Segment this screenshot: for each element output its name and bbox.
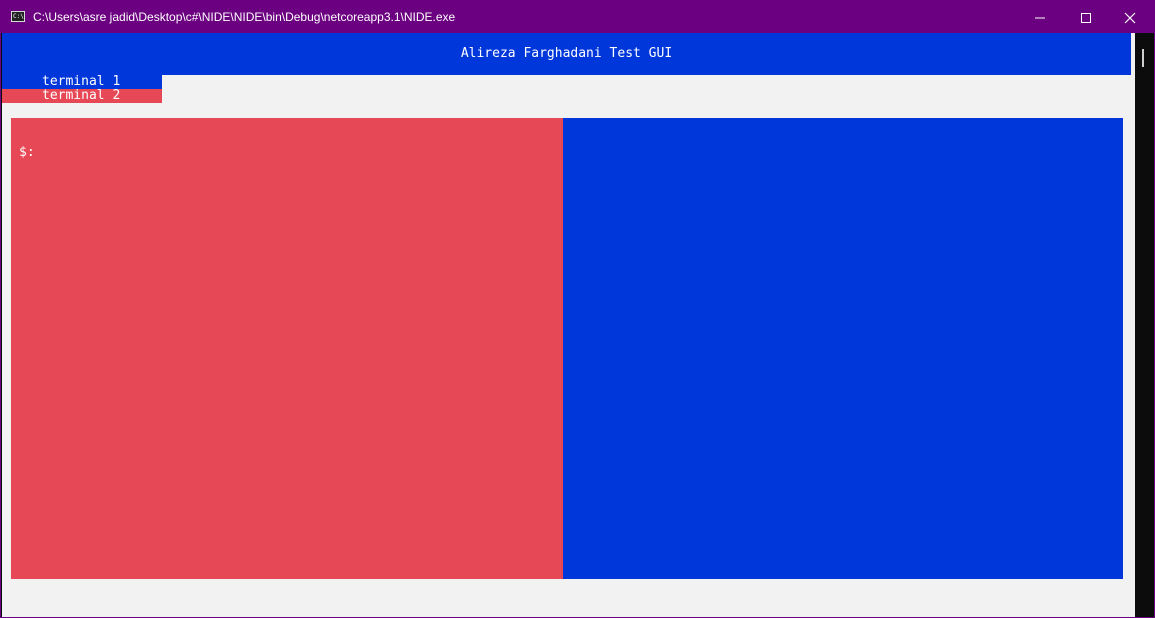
close-button[interactable] <box>1107 1 1153 33</box>
console-window: C:\ C:\Users\asre jadid\Desktop\c#\NIDE\… <box>0 0 1155 618</box>
scrollbar-thumb[interactable] <box>1142 49 1144 67</box>
maximize-icon <box>1081 13 1091 23</box>
vertical-scrollbar[interactable] <box>1135 33 1154 617</box>
minimize-icon <box>1035 17 1045 19</box>
maximize-button[interactable] <box>1063 1 1109 33</box>
tab-terminal-1[interactable]: terminal 1 <box>2 75 162 89</box>
terminal-pane-left[interactable]: $: <box>11 118 563 579</box>
window-title: C:\Users\asre jadid\Desktop\c#\NIDE\NIDE… <box>33 10 456 24</box>
terminal-prompt: $: <box>19 145 35 160</box>
app-header: Alireza Farghadani Test GUI <box>2 33 1131 75</box>
console-app-icon: C:\ <box>11 11 25 22</box>
window-titlebar[interactable]: C:\ C:\Users\asre jadid\Desktop\c#\NIDE\… <box>1 1 1154 33</box>
app-title: Alireza Farghadani Test GUI <box>460 46 673 61</box>
close-icon <box>1124 12 1136 24</box>
minimize-button[interactable] <box>1017 1 1063 33</box>
tab-label: terminal 2 <box>42 88 121 103</box>
tab-label: terminal 1 <box>42 74 121 89</box>
console-area[interactable]: Alireza Farghadani Test GUI terminal 1 t… <box>2 33 1135 617</box>
terminal-pane-right[interactable] <box>563 118 1123 579</box>
tab-terminal-2[interactable]: terminal 2 <box>2 89 162 103</box>
